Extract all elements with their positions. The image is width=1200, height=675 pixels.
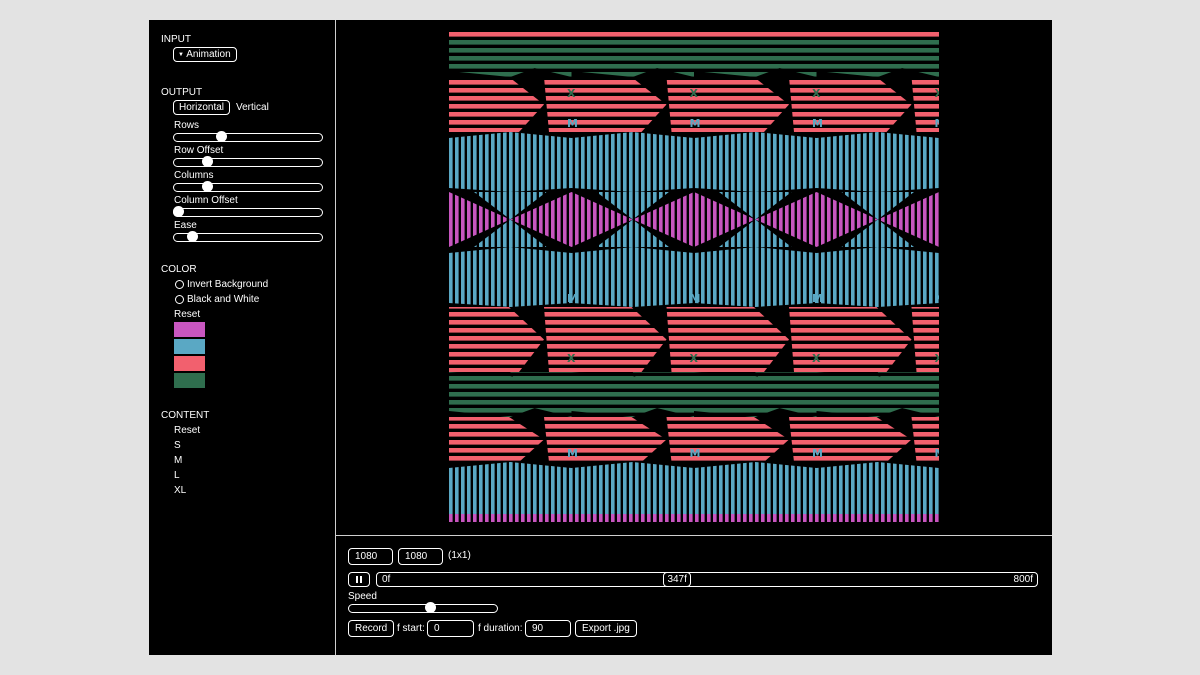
color-heading: COLOR: [161, 264, 197, 275]
timeline-playhead[interactable]: 347f: [663, 572, 691, 587]
f-duration-label: f duration:: [478, 623, 523, 634]
pattern-glyph: M: [690, 117, 701, 130]
speed-knob[interactable]: [425, 602, 437, 613]
pattern-glyph: X: [690, 87, 699, 100]
black-and-white-label[interactable]: Black and White: [187, 294, 259, 305]
pattern-glyph: X: [812, 87, 821, 100]
record-button[interactable]: Record: [348, 620, 395, 637]
f-start-input[interactable]: 0: [427, 620, 474, 637]
timeline-end-label: 800f: [1013, 574, 1033, 585]
input-heading: INPUT: [161, 34, 191, 45]
ease-slider[interactable]: [173, 231, 323, 242]
pattern-glyph: M: [935, 447, 940, 460]
content-heading: CONTENT: [161, 410, 210, 421]
pattern-glyph: M: [812, 292, 823, 305]
black-and-white-checkbox[interactable]: [175, 295, 184, 304]
pattern-glyph: M: [567, 117, 578, 130]
height-input[interactable]: 1080: [398, 548, 443, 565]
rows-label: Rows: [174, 120, 200, 131]
color-swatch-4[interactable]: [174, 373, 205, 388]
speed-slider[interactable]: [348, 602, 498, 613]
stripe-block-blue: [571, 247, 694, 307]
pattern-glyph: X: [567, 352, 576, 365]
f-start-label: f start:: [397, 623, 425, 634]
stripe-block-blue: [449, 462, 572, 522]
stripe-block-magenta: [449, 514, 939, 522]
stripe-block-blue: [449, 132, 572, 192]
preview-area: M M M M M M M M X X X X M M M M X X X X: [336, 20, 1052, 536]
rows-slider[interactable]: [173, 131, 323, 142]
pattern-glyph: M: [812, 117, 823, 130]
stripe-block-blue: [694, 462, 817, 522]
color-reset-button[interactable]: Reset: [174, 309, 200, 320]
pattern-glyph: X: [567, 87, 576, 100]
stripe-block-pink: [449, 32, 939, 38]
horizontal-toggle[interactable]: Horizontal: [173, 100, 231, 115]
sidebar: INPUT ▼ Animation OUTPUT Horizontal Vert…: [149, 20, 336, 655]
ease-label: Ease: [174, 220, 197, 231]
pattern-glyph: X: [690, 352, 699, 365]
pattern-glyph: M: [935, 117, 940, 130]
stripe-block-blue: [816, 247, 939, 307]
column-offset-label: Column Offset: [174, 195, 238, 206]
color-swatch-2[interactable]: [174, 339, 205, 354]
slider-knob[interactable]: [201, 156, 213, 167]
row-offset-label: Row Offset: [174, 145, 224, 156]
stripe-block-blue: [816, 132, 939, 192]
columns-label: Columns: [174, 170, 214, 181]
invert-background-checkbox[interactable]: [175, 280, 184, 289]
stripe-block-blue: [571, 132, 694, 192]
color-swatch-3[interactable]: [174, 356, 205, 371]
slider-knob[interactable]: [216, 131, 228, 142]
vertical-toggle[interactable]: Vertical: [236, 102, 269, 113]
content-size-s[interactable]: S: [174, 440, 181, 451]
speed-label: Speed: [348, 591, 377, 602]
output-heading: OUTPUT: [161, 87, 203, 98]
row-offset-slider[interactable]: [173, 156, 323, 167]
caret-down-icon: ▼: [178, 52, 184, 58]
bottom-controls: 1080 1080 (1x1) 0f 347f 800f Speed Recor…: [336, 536, 1052, 655]
stripe-block-blue: [694, 132, 817, 192]
slider-knob[interactable]: [186, 231, 198, 242]
slider-knob[interactable]: [173, 206, 185, 217]
pause-button[interactable]: [348, 572, 370, 587]
pattern-canvas[interactable]: M M M M M M M M X X X X M M M M X X X X: [449, 32, 939, 522]
pattern-glyph: M: [567, 292, 578, 305]
pattern-glyph: M: [812, 447, 823, 460]
app-window: INPUT ▼ Animation OUTPUT Horizontal Vert…: [149, 20, 1052, 655]
f-duration-input[interactable]: 90: [525, 620, 571, 637]
export-jpg-button[interactable]: Export .jpg: [575, 620, 637, 637]
stripe-block-blue: [694, 247, 817, 307]
columns-slider[interactable]: [173, 181, 323, 192]
content-size-m[interactable]: M: [174, 455, 182, 466]
slider-knob[interactable]: [201, 181, 213, 192]
timeline-current-label: 347f: [667, 574, 687, 585]
timeline-scrubber[interactable]: 0f 347f 800f: [376, 572, 1038, 587]
content-size-xl[interactable]: XL: [174, 485, 186, 496]
stripe-block-blue: [571, 462, 694, 522]
aspect-ratio-label: (1x1): [448, 550, 471, 561]
pattern-glyph: M: [690, 292, 701, 305]
invert-background-label[interactable]: Invert Background: [187, 279, 268, 290]
content-reset-button[interactable]: Reset: [174, 425, 200, 436]
column-offset-slider[interactable]: [173, 206, 323, 217]
pause-icon: [356, 576, 362, 583]
pattern-glyph: X: [935, 87, 940, 100]
color-swatch-1[interactable]: [174, 322, 205, 337]
width-input[interactable]: 1080: [348, 548, 393, 565]
timeline-start-label: 0f: [382, 574, 391, 585]
input-dropdown-label: Animation: [186, 49, 231, 60]
pattern-glyph: M: [567, 447, 578, 460]
pattern-glyph: M: [935, 292, 940, 305]
stripe-block-blue: [816, 462, 939, 522]
pattern-glyph: M: [690, 447, 701, 460]
content-size-l[interactable]: L: [174, 470, 180, 481]
pattern-glyph: X: [935, 352, 940, 365]
input-dropdown[interactable]: ▼ Animation: [173, 47, 237, 62]
stripe-block-blue: [449, 247, 572, 307]
pattern-glyph: X: [812, 352, 821, 365]
